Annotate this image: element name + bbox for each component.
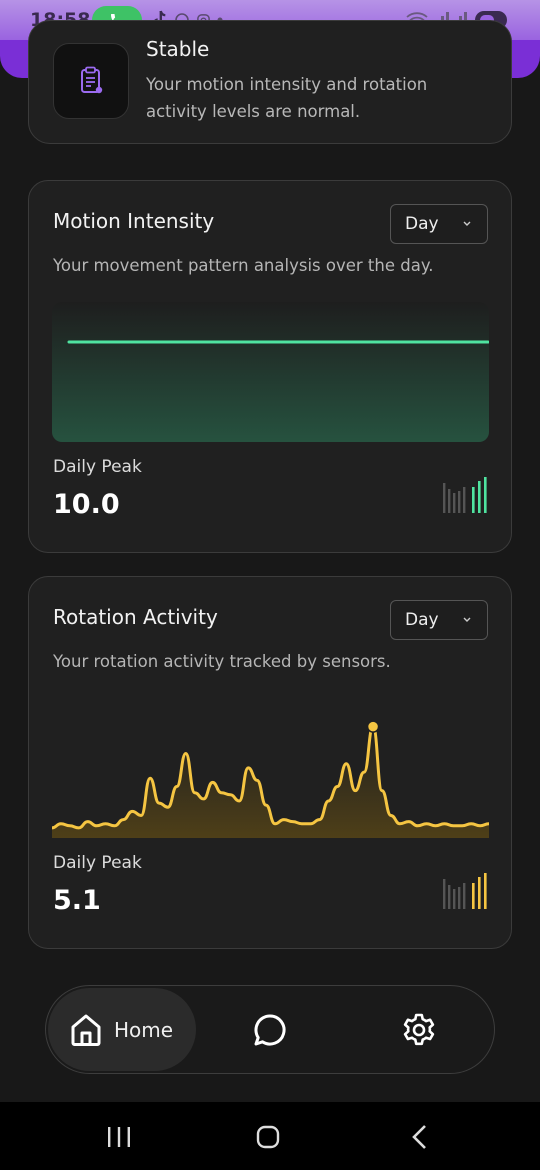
motion-period-value: Day — [405, 214, 439, 234]
rotation-period-dropdown[interactable]: Day — [390, 600, 488, 640]
rotation-activity-chart — [52, 720, 489, 838]
motion-intensity-card: Motion Intensity Day Your movement patte… — [28, 180, 512, 553]
rotation-area-fill — [52, 726, 489, 838]
rotation-peak-label: Daily Peak — [53, 853, 142, 873]
nav-home-button[interactable]: Home — [48, 988, 196, 1071]
screen: 18:58 Stable Your mot — [0, 0, 540, 1170]
rotation-card-subtitle: Your rotation activity tracked by sensor… — [53, 652, 391, 671]
chat-icon[interactable] — [252, 1012, 288, 1048]
system-nav-bar — [0, 1102, 540, 1170]
rotation-peak-marker — [366, 720, 380, 733]
home-icon — [71, 1014, 101, 1046]
motion-peak-value: 10.0 — [53, 489, 120, 520]
motion-card-title: Motion Intensity — [53, 209, 215, 233]
motion-card-subtitle: Your movement pattern analysis over the … — [53, 256, 434, 275]
motion-period-dropdown[interactable]: Day — [390, 204, 488, 244]
bottom-nav: Home — [45, 985, 495, 1074]
rotation-series-line — [52, 725, 489, 830]
rotation-peak-value: 5.1 — [53, 885, 101, 916]
status-description: Your motion intensity and rotation activ… — [146, 75, 428, 121]
back-icon[interactable] — [405, 1124, 435, 1150]
rotation-activity-card: Rotation Activity Day Your rotation acti… — [28, 576, 512, 949]
home-circle-icon[interactable] — [253, 1124, 283, 1150]
rotation-period-value: Day — [405, 610, 439, 630]
clipboard-icon — [53, 43, 129, 119]
recent-apps-icon[interactable] — [104, 1124, 134, 1150]
settings-icon[interactable] — [401, 1012, 437, 1048]
motion-peak-label: Daily Peak — [53, 457, 142, 477]
bar-level-icon — [443, 873, 487, 909]
motion-chart-background — [52, 302, 489, 442]
status-title: Stable — [146, 37, 210, 61]
rotation-card-title: Rotation Activity — [53, 605, 218, 629]
bar-level-icon — [443, 477, 487, 513]
nav-home-label: Home — [114, 1017, 174, 1042]
motion-intensity-chart — [52, 302, 489, 442]
chevron-down-icon — [463, 221, 471, 226]
chevron-down-icon — [463, 617, 471, 622]
status-card: Stable Your motion intensity and rotatio… — [28, 20, 512, 144]
